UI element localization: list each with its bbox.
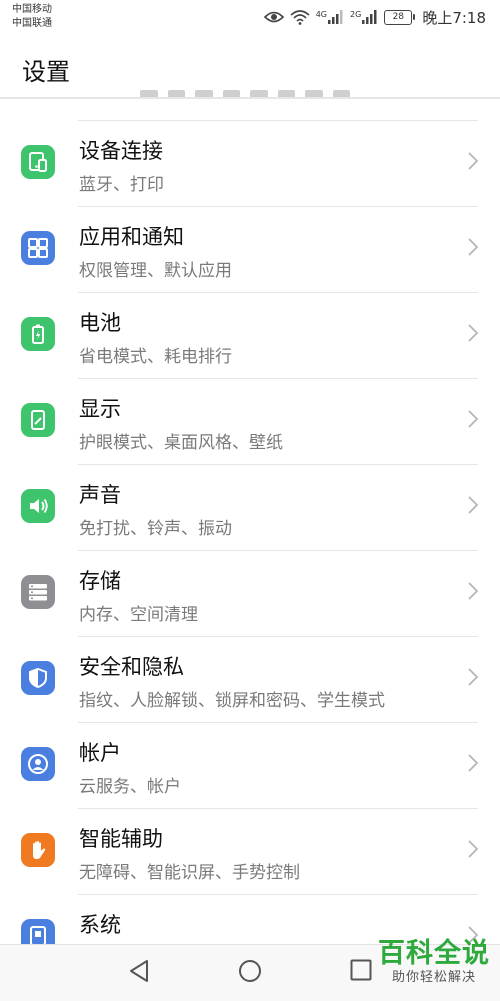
hand-icon xyxy=(21,833,55,867)
settings-item-sound[interactable]: 声音 免打扰、铃声、振动 xyxy=(0,464,500,550)
chevron-right-icon xyxy=(468,324,479,346)
wifi-icon xyxy=(290,9,310,25)
watermark-title: 百科全说 xyxy=(378,938,490,969)
account-icon xyxy=(21,747,55,781)
row-divider xyxy=(78,120,478,121)
page-title: 设置 xyxy=(22,58,70,86)
settings-item-title: 电池 xyxy=(79,311,121,335)
chevron-right-icon xyxy=(468,840,479,862)
carrier-2: 中国联通 xyxy=(12,18,52,29)
settings-item-subtitle: 云服务、帐户 xyxy=(79,777,181,797)
settings-item-security-privacy[interactable]: 安全和隐私 指纹、人脸解锁、锁屏和密码、学生模式 xyxy=(0,636,500,722)
eye-comfort-icon xyxy=(263,10,284,24)
network-type-1: 4G xyxy=(315,10,328,19)
battery-icon xyxy=(21,317,55,351)
apps-icon xyxy=(21,231,55,265)
battery-icon: 28 xyxy=(384,9,416,25)
chevron-right-icon xyxy=(468,410,479,432)
storage-icon xyxy=(21,575,55,609)
settings-item-subtitle: 指纹、人脸解锁、锁屏和密码、学生模式 xyxy=(79,691,385,711)
settings-item-subtitle: 免打扰、铃声、振动 xyxy=(79,519,232,539)
row-divider xyxy=(78,550,478,551)
settings-item-system[interactable]: 系统 xyxy=(0,894,500,944)
carrier-1: 中国移动 xyxy=(12,4,52,15)
recent-apps-button[interactable] xyxy=(350,959,372,985)
display-icon xyxy=(21,403,55,437)
settings-item-title: 安全和隐私 xyxy=(79,655,184,679)
chevron-right-icon xyxy=(468,668,479,690)
settings-list: 设备连接 蓝牙、打印 应用和通知 权限管理、默认应用 电池 省电模式、耗电排行 … xyxy=(0,120,500,944)
settings-item-subtitle: 权限管理、默认应用 xyxy=(79,261,232,281)
device-connection-icon xyxy=(21,145,55,179)
settings-item-title: 帐户 xyxy=(79,741,121,765)
row-divider xyxy=(78,636,478,637)
settings-item-subtitle: 无障碍、智能识屏、手势控制 xyxy=(79,863,300,883)
row-divider xyxy=(78,808,478,809)
settings-item-subtitle: 护眼模式、桌面风格、壁纸 xyxy=(79,433,283,453)
signal-icon-2: 2G xyxy=(350,10,378,24)
row-divider xyxy=(78,894,478,895)
row-divider xyxy=(78,378,478,379)
row-divider xyxy=(78,292,478,293)
header-divider xyxy=(0,97,500,99)
settings-item-title: 声音 xyxy=(79,483,121,507)
signal-icon-1: 4G xyxy=(316,10,344,24)
chevron-right-icon xyxy=(468,238,479,260)
status-icons: 4G 2G 28 晚上7:18 xyxy=(263,7,486,27)
settings-item-title: 设备连接 xyxy=(79,139,163,163)
row-divider xyxy=(78,464,478,465)
row-divider xyxy=(78,722,478,723)
chevron-right-icon xyxy=(468,582,479,604)
settings-item-display[interactable]: 显示 护眼模式、桌面风格、壁纸 xyxy=(0,378,500,464)
network-type-2: 2G xyxy=(350,10,362,19)
settings-item-title: 系统 xyxy=(79,913,121,937)
watermark-subtitle: 助你轻松解决 xyxy=(391,970,476,985)
settings-item-title: 应用和通知 xyxy=(79,225,184,249)
chevron-right-icon xyxy=(468,754,479,776)
settings-item-title: 存储 xyxy=(79,569,121,593)
settings-item-storage[interactable]: 存储 内存、空间清理 xyxy=(0,550,500,636)
settings-item-title: 显示 xyxy=(79,397,121,421)
settings-item-battery[interactable]: 电池 省电模式、耗电排行 xyxy=(0,292,500,378)
settings-item-smart-assistance[interactable]: 智能辅助 无障碍、智能识屏、手势控制 xyxy=(0,808,500,894)
chevron-right-icon xyxy=(468,152,479,174)
row-divider xyxy=(78,206,478,207)
settings-item-device-connection[interactable]: 设备连接 蓝牙、打印 xyxy=(0,120,500,206)
settings-item-subtitle: 蓝牙、打印 xyxy=(79,175,164,195)
sound-icon xyxy=(21,489,55,523)
shield-icon xyxy=(21,661,55,695)
settings-item-title: 智能辅助 xyxy=(79,827,163,851)
watermark: 百科全说 助你轻松解决 xyxy=(376,938,492,986)
carrier-info: 中国移动 中国联通 xyxy=(12,3,52,31)
settings-item-apps-notifications[interactable]: 应用和通知 权限管理、默认应用 xyxy=(0,206,500,292)
status-bar: 中国移动 中国联通 4G 2G 28 晚上7:18 xyxy=(0,0,500,36)
settings-item-account[interactable]: 帐户 云服务、帐户 xyxy=(0,722,500,808)
settings-item-subtitle: 省电模式、耗电排行 xyxy=(79,347,232,367)
settings-item-subtitle: 内存、空间清理 xyxy=(79,605,198,625)
clock: 晚上7:18 xyxy=(422,8,486,27)
home-button[interactable] xyxy=(238,959,262,987)
back-button[interactable] xyxy=(128,959,150,987)
system-icon xyxy=(21,919,55,944)
scrolled-away-content xyxy=(140,84,350,98)
chevron-right-icon xyxy=(468,496,479,518)
